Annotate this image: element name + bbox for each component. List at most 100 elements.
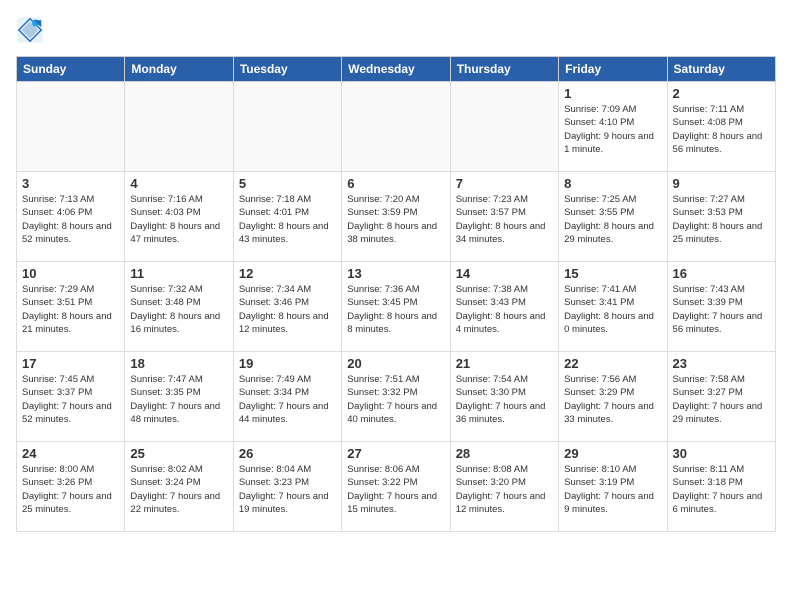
- day-number: 5: [239, 176, 336, 191]
- calendar-week-row: 10 Sunrise: 7:29 AM Sunset: 3:51 PM Dayli…: [17, 262, 776, 352]
- calendar-cell: 6Sunrise: 7:20 AM Sunset: 3:59 PM Daylig…: [342, 172, 450, 262]
- day-info: Sunrise: 7:38 AM Sunset: 3:43 PM Dayligh…: [456, 283, 553, 336]
- calendar-cell: 26 Sunrise: 8:04 AM Sunset: 3:23 PM Dayli…: [233, 442, 341, 532]
- weekday-header: Saturday: [667, 57, 775, 82]
- day-number: 27: [347, 446, 444, 461]
- day-number: 1: [564, 86, 661, 101]
- calendar-cell: 30 Sunrise: 8:11 AM Sunset: 3:18 PM Dayli…: [667, 442, 775, 532]
- calendar-cell: 23Sunrise: 7:58 AM Sunset: 3:27 PM Dayli…: [667, 352, 775, 442]
- day-info: Sunrise: 7:13 AM Sunset: 4:06 PM Dayligh…: [22, 193, 119, 246]
- day-info: Sunrise: 8:06 AM Sunset: 3:22 PM Dayligh…: [347, 463, 444, 516]
- day-info: Sunrise: 8:10 AM Sunset: 3:19 PM Dayligh…: [564, 463, 661, 516]
- calendar-cell: 21 Sunrise: 7:54 AM Sunset: 3:30 PM Dayli…: [450, 352, 558, 442]
- calendar-cell: 27 Sunrise: 8:06 AM Sunset: 3:22 PM Dayli…: [342, 442, 450, 532]
- calendar-cell: 13Sunrise: 7:36 AM Sunset: 3:45 PM Dayli…: [342, 262, 450, 352]
- calendar-header-row: SundayMondayTuesdayWednesdayThursdayFrid…: [17, 57, 776, 82]
- weekday-header: Wednesday: [342, 57, 450, 82]
- day-number: 18: [130, 356, 227, 371]
- day-number: 28: [456, 446, 553, 461]
- day-number: 7: [456, 176, 553, 191]
- calendar-week-row: 3 Sunrise: 7:13 AM Sunset: 4:06 PM Daylig…: [17, 172, 776, 262]
- calendar-cell: 29 Sunrise: 8:10 AM Sunset: 3:19 PM Dayli…: [559, 442, 667, 532]
- calendar-body: 1 Sunrise: 7:09 AM Sunset: 4:10 PM Daylig…: [17, 82, 776, 532]
- calendar-cell: [342, 82, 450, 172]
- weekday-header: Monday: [125, 57, 233, 82]
- day-info: Sunrise: 7:49 AM Sunset: 3:34 PM Dayligh…: [239, 373, 336, 426]
- day-number: 30: [673, 446, 770, 461]
- day-number: 14: [456, 266, 553, 281]
- day-number: 15: [564, 266, 661, 281]
- day-info: Sunrise: 7:27 AM Sunset: 3:53 PM Dayligh…: [673, 193, 770, 246]
- calendar-cell: 22 Sunrise: 7:56 AM Sunset: 3:29 PM Dayli…: [559, 352, 667, 442]
- day-info: Sunrise: 7:16 AM Sunset: 4:03 PM Dayligh…: [130, 193, 227, 246]
- weekday-header: Friday: [559, 57, 667, 82]
- calendar-cell: [450, 82, 558, 172]
- day-info: Sunrise: 8:04 AM Sunset: 3:23 PM Dayligh…: [239, 463, 336, 516]
- logo: [16, 16, 48, 44]
- calendar-cell: 15Sunrise: 7:41 AM Sunset: 3:41 PM Dayli…: [559, 262, 667, 352]
- calendar-cell: 10 Sunrise: 7:29 AM Sunset: 3:51 PM Dayli…: [17, 262, 125, 352]
- day-number: 6: [347, 176, 444, 191]
- calendar-cell: 19 Sunrise: 7:49 AM Sunset: 3:34 PM Dayli…: [233, 352, 341, 442]
- day-number: 29: [564, 446, 661, 461]
- day-info: Sunrise: 7:09 AM Sunset: 4:10 PM Dayligh…: [564, 103, 661, 156]
- day-number: 22: [564, 356, 661, 371]
- day-info: Sunrise: 7:54 AM Sunset: 3:30 PM Dayligh…: [456, 373, 553, 426]
- day-number: 8: [564, 176, 661, 191]
- calendar-cell: 12Sunrise: 7:34 AM Sunset: 3:46 PM Dayli…: [233, 262, 341, 352]
- calendar-cell: 7Sunrise: 7:23 AM Sunset: 3:57 PM Daylig…: [450, 172, 558, 262]
- day-info: Sunrise: 7:32 AM Sunset: 3:48 PM Dayligh…: [130, 283, 227, 336]
- calendar-cell: 1 Sunrise: 7:09 AM Sunset: 4:10 PM Daylig…: [559, 82, 667, 172]
- weekday-header: Thursday: [450, 57, 558, 82]
- day-number: 10: [22, 266, 119, 281]
- calendar-cell: 17 Sunrise: 7:45 AM Sunset: 3:37 PM Dayli…: [17, 352, 125, 442]
- calendar-cell: [17, 82, 125, 172]
- day-number: 19: [239, 356, 336, 371]
- calendar-cell: [125, 82, 233, 172]
- day-info: Sunrise: 8:08 AM Sunset: 3:20 PM Dayligh…: [456, 463, 553, 516]
- calendar-cell: 25 Sunrise: 8:02 AM Sunset: 3:24 PM Dayli…: [125, 442, 233, 532]
- calendar-cell: 18Sunrise: 7:47 AM Sunset: 3:35 PM Dayli…: [125, 352, 233, 442]
- day-number: 4: [130, 176, 227, 191]
- day-info: Sunrise: 7:29 AM Sunset: 3:51 PM Dayligh…: [22, 283, 119, 336]
- day-number: 24: [22, 446, 119, 461]
- day-number: 23: [673, 356, 770, 371]
- calendar-cell: 2Sunrise: 7:11 AM Sunset: 4:08 PM Daylig…: [667, 82, 775, 172]
- logo-icon: [16, 16, 44, 44]
- calendar-cell: 11 Sunrise: 7:32 AM Sunset: 3:48 PM Dayli…: [125, 262, 233, 352]
- calendar-cell: 14 Sunrise: 7:38 AM Sunset: 3:43 PM Dayli…: [450, 262, 558, 352]
- day-number: 13: [347, 266, 444, 281]
- calendar-cell: [233, 82, 341, 172]
- page-header: [16, 16, 776, 44]
- day-info: Sunrise: 8:00 AM Sunset: 3:26 PM Dayligh…: [22, 463, 119, 516]
- day-info: Sunrise: 7:56 AM Sunset: 3:29 PM Dayligh…: [564, 373, 661, 426]
- day-number: 17: [22, 356, 119, 371]
- day-number: 26: [239, 446, 336, 461]
- day-number: 16: [673, 266, 770, 281]
- day-info: Sunrise: 7:45 AM Sunset: 3:37 PM Dayligh…: [22, 373, 119, 426]
- day-info: Sunrise: 8:02 AM Sunset: 3:24 PM Dayligh…: [130, 463, 227, 516]
- calendar-cell: 16 Sunrise: 7:43 AM Sunset: 3:39 PM Dayli…: [667, 262, 775, 352]
- calendar-cell: 20Sunrise: 7:51 AM Sunset: 3:32 PM Dayli…: [342, 352, 450, 442]
- day-info: Sunrise: 7:51 AM Sunset: 3:32 PM Dayligh…: [347, 373, 444, 426]
- day-number: 11: [130, 266, 227, 281]
- calendar-cell: 4 Sunrise: 7:16 AM Sunset: 4:03 PM Daylig…: [125, 172, 233, 262]
- calendar-week-row: 24 Sunrise: 8:00 AM Sunset: 3:26 PM Dayli…: [17, 442, 776, 532]
- weekday-header: Sunday: [17, 57, 125, 82]
- calendar-cell: 8 Sunrise: 7:25 AM Sunset: 3:55 PM Daylig…: [559, 172, 667, 262]
- day-info: Sunrise: 7:18 AM Sunset: 4:01 PM Dayligh…: [239, 193, 336, 246]
- calendar-cell: 5 Sunrise: 7:18 AM Sunset: 4:01 PM Daylig…: [233, 172, 341, 262]
- day-info: Sunrise: 7:25 AM Sunset: 3:55 PM Dayligh…: [564, 193, 661, 246]
- calendar-cell: 28 Sunrise: 8:08 AM Sunset: 3:20 PM Dayli…: [450, 442, 558, 532]
- day-number: 3: [22, 176, 119, 191]
- weekday-header: Tuesday: [233, 57, 341, 82]
- calendar: SundayMondayTuesdayWednesdayThursdayFrid…: [16, 56, 776, 532]
- day-info: Sunrise: 7:11 AM Sunset: 4:08 PM Dayligh…: [673, 103, 770, 156]
- day-info: Sunrise: 7:43 AM Sunset: 3:39 PM Dayligh…: [673, 283, 770, 336]
- calendar-cell: 24 Sunrise: 8:00 AM Sunset: 3:26 PM Dayli…: [17, 442, 125, 532]
- day-number: 25: [130, 446, 227, 461]
- day-number: 21: [456, 356, 553, 371]
- calendar-week-row: 17 Sunrise: 7:45 AM Sunset: 3:37 PM Dayli…: [17, 352, 776, 442]
- day-info: Sunrise: 7:34 AM Sunset: 3:46 PM Dayligh…: [239, 283, 336, 336]
- day-info: Sunrise: 8:11 AM Sunset: 3:18 PM Dayligh…: [673, 463, 770, 516]
